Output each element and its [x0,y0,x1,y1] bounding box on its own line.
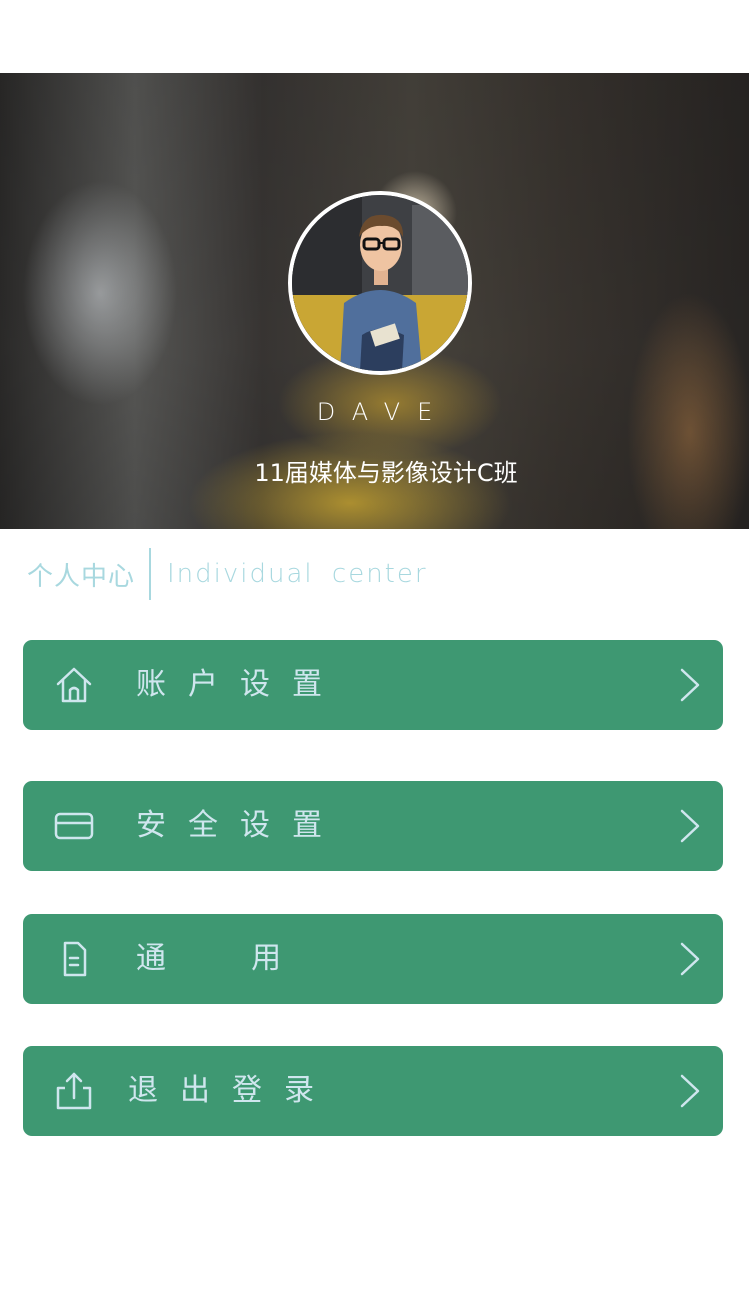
profile-name: DAVE [316,398,450,426]
chevron-right-icon [680,809,700,843]
security-settings-button[interactable]: 安全设置 [23,781,723,871]
menu-label: 退出登录 [128,1073,336,1108]
share-icon [56,1072,92,1110]
document-icon [63,941,87,977]
avatar[interactable] [288,191,472,375]
profile-class: 11届媒体与影像设计C班 [254,459,518,487]
menu-label: 账户设置 [136,667,344,702]
home-icon [56,667,92,703]
account-settings-button[interactable]: 账户设置 [23,640,723,730]
card-icon [54,812,94,840]
section-title-cn: 个人中心 [27,561,136,592]
logout-button[interactable]: 退出登录 [23,1046,723,1136]
section-header: 个人中心 Individual center [27,548,428,600]
menu-label: 安全设置 [136,808,344,843]
avatar-photo [292,195,468,371]
chevron-right-icon [680,1074,700,1108]
chevron-right-icon [680,942,700,976]
chevron-right-icon [680,668,700,702]
profile-header: DAVE 11届媒体与影像设计C班 [0,73,749,529]
section-divider [149,548,152,600]
menu-label: 通 用 [136,941,304,976]
section-title-en: Individual center [167,559,428,589]
general-button[interactable]: 通 用 [23,914,723,1004]
